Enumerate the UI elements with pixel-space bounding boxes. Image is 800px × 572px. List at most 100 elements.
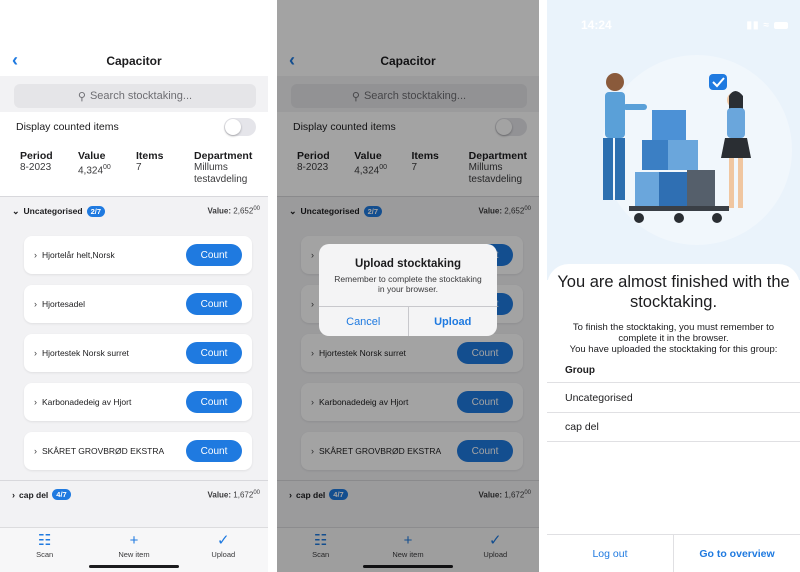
upload-button[interactable]: Upload — [407, 307, 498, 336]
dialog-buttons: Cancel Upload — [319, 306, 497, 336]
status-bar: 14:24 ▮▮ ≈ — [581, 18, 788, 32]
chevron-right-icon: › — [12, 489, 15, 500]
list-item[interactable]: › Karbonadedeig av Hjort Count — [24, 383, 252, 421]
display-counted-row: Display counted items — [0, 112, 268, 142]
logout-button[interactable]: Log out — [547, 548, 673, 560]
signal-icon: ▮▮ — [746, 19, 760, 31]
screenshot-collage: ‹ Capacitor ⚲ Search stocktaking... Disp… — [0, 0, 800, 572]
count-button[interactable]: Count — [186, 440, 242, 462]
summary-items: Items 7 — [136, 150, 194, 186]
search-placeholder: Search stocktaking... — [89, 90, 193, 102]
finish-sheet: You are almost finished with the stockta… — [547, 264, 800, 572]
plus-icon: + — [129, 532, 139, 549]
chevron-down-icon: ⌄ — [12, 205, 20, 216]
tab-label: New item — [118, 550, 150, 559]
status-time: 14:24 — [581, 18, 612, 32]
group-name: cap del — [19, 489, 49, 500]
group-name: Uncategorised — [23, 206, 83, 216]
list-item[interactable]: › Hjortestek Norsk surret Count — [24, 334, 252, 372]
stocktaking-illustration — [602, 55, 792, 245]
cancel-button[interactable]: Cancel — [319, 307, 408, 336]
tab-upload[interactable]: ✓ Upload — [193, 532, 253, 572]
group-label: Group — [565, 365, 595, 376]
group-value-decimals: 00 — [253, 206, 260, 213]
list-item[interactable]: › Hjortelår helt,Norsk Count — [24, 236, 252, 274]
group-value-decimals: 00 — [253, 489, 260, 496]
count-button[interactable]: Count — [186, 293, 242, 315]
value-amount: 4,32400 — [78, 162, 136, 177]
checkmark-icon: ✓ — [217, 532, 230, 549]
value-number: 4,324 — [78, 165, 104, 177]
display-counted-label: Display counted items — [16, 121, 119, 133]
summary-department: Department Millums testavdeling — [194, 150, 256, 186]
count-button[interactable]: Count — [186, 244, 242, 266]
finish-title: You are almost finished with the stockta… — [557, 273, 790, 311]
tab-label: Scan — [36, 550, 54, 559]
nav-bar: ‹ Capacitor — [0, 46, 268, 76]
department-label: Department — [194, 150, 253, 162]
group-list-item: cap del — [547, 412, 800, 442]
page-title: Capacitor — [106, 54, 162, 68]
item-name: Karbonadedeig av Hjort — [42, 397, 132, 407]
chevron-right-icon: › — [34, 250, 37, 260]
group-header-uncategorised[interactable]: ⌄ Uncategorised 2/7 Value: 2,65200 — [0, 197, 268, 225]
group-value-label: Value: — [207, 206, 232, 216]
chevron-right-icon: › — [34, 348, 37, 358]
count-badge: 4/7 — [52, 489, 71, 500]
phone-almost-finished: 14:24 ▮▮ ≈ You are almost finished with t… — [547, 0, 800, 572]
dialog-message: Remember to complete the stocktaking in … — [334, 274, 482, 294]
search-icon: ⚲ — [77, 90, 86, 103]
tab-label: Upload — [211, 550, 236, 559]
item-name: Hjortesadel — [42, 299, 85, 309]
go-to-overview-button[interactable]: Go to overview — [673, 534, 800, 572]
item-name: Hjortestek Norsk surret — [42, 348, 129, 358]
stocktaking-summary: Period 8-2023 Value 4,32400 Items 7 Depa… — [0, 142, 268, 197]
status-area — [0, 0, 268, 46]
phone-stocktaking-list: ‹ Capacitor ⚲ Search stocktaking... Disp… — [0, 0, 268, 572]
group-value: Value: 1,67200 — [207, 490, 260, 500]
chevron-right-icon: › — [34, 446, 37, 456]
chevron-right-icon: › — [34, 299, 37, 309]
group-header-cap-del[interactable]: › cap del 4/7 Value: 1,67200 — [0, 480, 268, 508]
search-input[interactable]: ⚲ Search stocktaking... — [14, 84, 256, 108]
tab-scan[interactable]: ☷ Scan — [15, 532, 75, 572]
list-item[interactable]: › SKÅRET GROVBRØD EKSTRA Count — [24, 432, 252, 470]
count-button[interactable]: Count — [186, 342, 242, 364]
list-item[interactable]: › Hjortesadel Count — [24, 285, 252, 323]
chevron-right-icon: › — [34, 397, 37, 407]
period-value: 8-2023 — [20, 162, 52, 173]
count-button[interactable]: Count — [186, 391, 242, 413]
dialog-title: Upload stocktaking — [354, 258, 462, 270]
item-list: › Hjortelår helt,Norsk Count › Hjortesadel… — [0, 236, 268, 470]
value-decimals: 00 — [103, 164, 111, 171]
item-name: SKÅRET GROVBRØD EKSTRA — [42, 446, 165, 456]
finish-footer: Log out Go to overview — [547, 534, 800, 572]
department-line1: Millums — [194, 162, 228, 173]
phone-upload-dialog: 14:24 ▮▮ ≈ ‹ Capacitor ⚲ Search stocktaki… — [277, 0, 539, 572]
group-value: Value: 2,65200 — [207, 206, 260, 216]
battery-icon — [774, 21, 788, 29]
status-icons: ▮▮ ≈ — [746, 18, 788, 32]
value-label: Value — [78, 150, 106, 162]
period-label: Period — [20, 150, 53, 162]
illustration-area — [547, 0, 800, 280]
group-value-number: 1,672 — [233, 490, 254, 500]
tab-bar: ☷ Scan + New item ✓ Upload — [0, 527, 268, 572]
barcode-icon: ☷ — [37, 532, 52, 549]
items-label: Items — [136, 150, 164, 162]
group-value-number: 2,652 — [233, 206, 254, 216]
upload-dialog: Upload stocktaking Remember to complete … — [319, 244, 497, 336]
uploaded-line: You have uploaded the stocktaking for th… — [569, 344, 778, 355]
group-value-label: Value: — [207, 490, 232, 500]
display-counted-toggle[interactable] — [224, 118, 256, 136]
wifi-icon: ≈ — [763, 19, 770, 31]
items-value: 7 — [136, 162, 142, 173]
summary-value: Value 4,32400 — [78, 150, 136, 186]
instruction-line: To finish the stocktaking, you must reme… — [572, 322, 775, 344]
group-list-item: Uncategorised — [547, 382, 800, 412]
back-chevron-icon[interactable]: ‹ — [12, 50, 18, 70]
summary-period: Period 8-2023 — [20, 150, 78, 186]
home-indicator — [89, 565, 179, 568]
finish-instructions: To finish the stocktaking, you must reme… — [553, 322, 794, 355]
count-badge: 2/7 — [86, 205, 106, 217]
